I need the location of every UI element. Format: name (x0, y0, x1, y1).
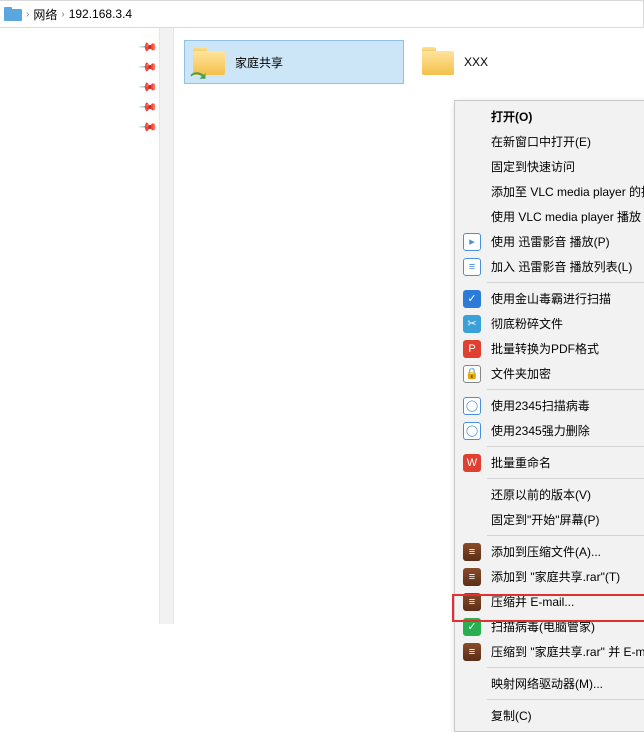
separator (487, 699, 644, 700)
ctx-encrypt[interactable]: 🔒 文件夹加密 (457, 361, 644, 386)
folder-label: 家庭共享 (235, 54, 283, 71)
ctx-xunlei-list[interactable]: ≡ 加入 迅雷影音 播放列表(L) (457, 254, 644, 279)
ctx-jinshan-scan[interactable]: ✓ 使用金山毒霸进行扫描 (457, 286, 644, 311)
breadcrumb-segment[interactable]: 192.168.3.4 (69, 7, 132, 21)
pdf-icon: P (463, 340, 481, 358)
scroll-strip[interactable] (160, 28, 174, 624)
separator (487, 535, 644, 536)
chevron-right-icon: › (61, 9, 64, 20)
ctx-zip-rar-email[interactable]: ≡ 压缩到 "家庭共享.rar" 并 E-mail (457, 639, 644, 664)
separator (487, 446, 644, 447)
ctx-zip-email[interactable]: ≡ 压缩并 E-mail... (457, 589, 644, 614)
shield-icon: ✓ (463, 618, 481, 636)
address-bar[interactable]: › 网络 › 192.168.3.4 (0, 0, 644, 28)
pin-icon: 📌 (138, 117, 158, 137)
ctx-wps-rename[interactable]: W 批量重命名 (457, 450, 644, 475)
folder-label: XXX (464, 55, 488, 69)
archive-icon: ≡ (463, 568, 481, 586)
ctx-pin-quick-access[interactable]: 固定到快速访问 (457, 154, 644, 179)
separator (487, 478, 644, 479)
ctx-vlc-playlist[interactable]: 添加至 VLC media player 的播放列表 (457, 179, 644, 204)
shred-icon: ✂ (463, 315, 481, 333)
shield-icon: ◯ (463, 422, 481, 440)
ctx-map-network-drive[interactable]: 映射网络驱动器(M)... (457, 671, 644, 696)
archive-icon: ≡ (463, 543, 481, 561)
ctx-pdf[interactable]: P 批量转换为PDF格式 (457, 336, 644, 361)
ctx-scan-virus[interactable]: ✓ 扫描病毒(电脑管家) (457, 614, 644, 639)
ctx-open-new-window[interactable]: 在新窗口中打开(E) (457, 129, 644, 154)
lock-icon: 🔒 (463, 365, 481, 383)
nav-gutter: 📌 📌 📌 📌 📌 (0, 28, 160, 624)
ctx-copy[interactable]: 复制(C) (457, 703, 644, 728)
folder-item[interactable]: XXX (414, 40, 634, 84)
context-menu: 打开(O) 在新窗口中打开(E) 固定到快速访问 添加至 VLC media p… (454, 100, 644, 732)
separator (487, 282, 644, 283)
pin-icon: 📌 (138, 57, 158, 77)
wps-icon: W (463, 454, 481, 472)
chevron-right-icon: › (26, 9, 29, 20)
ctx-2345-delete[interactable]: ◯ 使用2345强力删除 (457, 418, 644, 443)
ctx-pin-start[interactable]: 固定到"开始"屏幕(P) (457, 507, 644, 532)
workspace: 📌 📌 📌 📌 📌 家庭共享 XXX 打开(O) 在新窗口中打开(E) (0, 28, 644, 624)
ctx-open[interactable]: 打开(O) (457, 104, 644, 129)
ctx-xunlei-play[interactable]: ▸ 使用 迅雷影音 播放(P) (457, 229, 644, 254)
ctx-vlc-play[interactable]: 使用 VLC media player 播放 (457, 204, 644, 229)
breadcrumb-segment[interactable]: 网络 (33, 6, 57, 23)
ctx-2345-scan[interactable]: ◯ 使用2345扫描病毒 (457, 393, 644, 418)
location-icon (4, 7, 22, 21)
media-icon: ▸ (463, 233, 481, 251)
list-icon: ≡ (463, 258, 481, 276)
ctx-previous-versions[interactable]: 还原以前的版本(V) (457, 482, 644, 507)
pin-icon: 📌 (138, 37, 158, 57)
shared-folder-icon (191, 47, 227, 77)
pin-icon: 📌 (138, 97, 158, 117)
separator (487, 667, 644, 668)
shield-icon: ✓ (463, 290, 481, 308)
archive-icon: ≡ (463, 643, 481, 661)
pin-icon: 📌 (138, 77, 158, 97)
folder-item-selected[interactable]: 家庭共享 (184, 40, 404, 84)
ctx-add-archive[interactable]: ≡ 添加到压缩文件(A)... (457, 539, 644, 564)
archive-icon: ≡ (463, 593, 481, 611)
folder-icon (420, 47, 456, 77)
separator (487, 389, 644, 390)
shield-icon: ◯ (463, 397, 481, 415)
content-pane[interactable]: 家庭共享 XXX 打开(O) 在新窗口中打开(E) 固定到快速访问 添加至 VL… (174, 28, 644, 624)
ctx-add-rar[interactable]: ≡ 添加到 "家庭共享.rar"(T) (457, 564, 644, 589)
ctx-shred[interactable]: ✂ 彻底粉碎文件 (457, 311, 644, 336)
